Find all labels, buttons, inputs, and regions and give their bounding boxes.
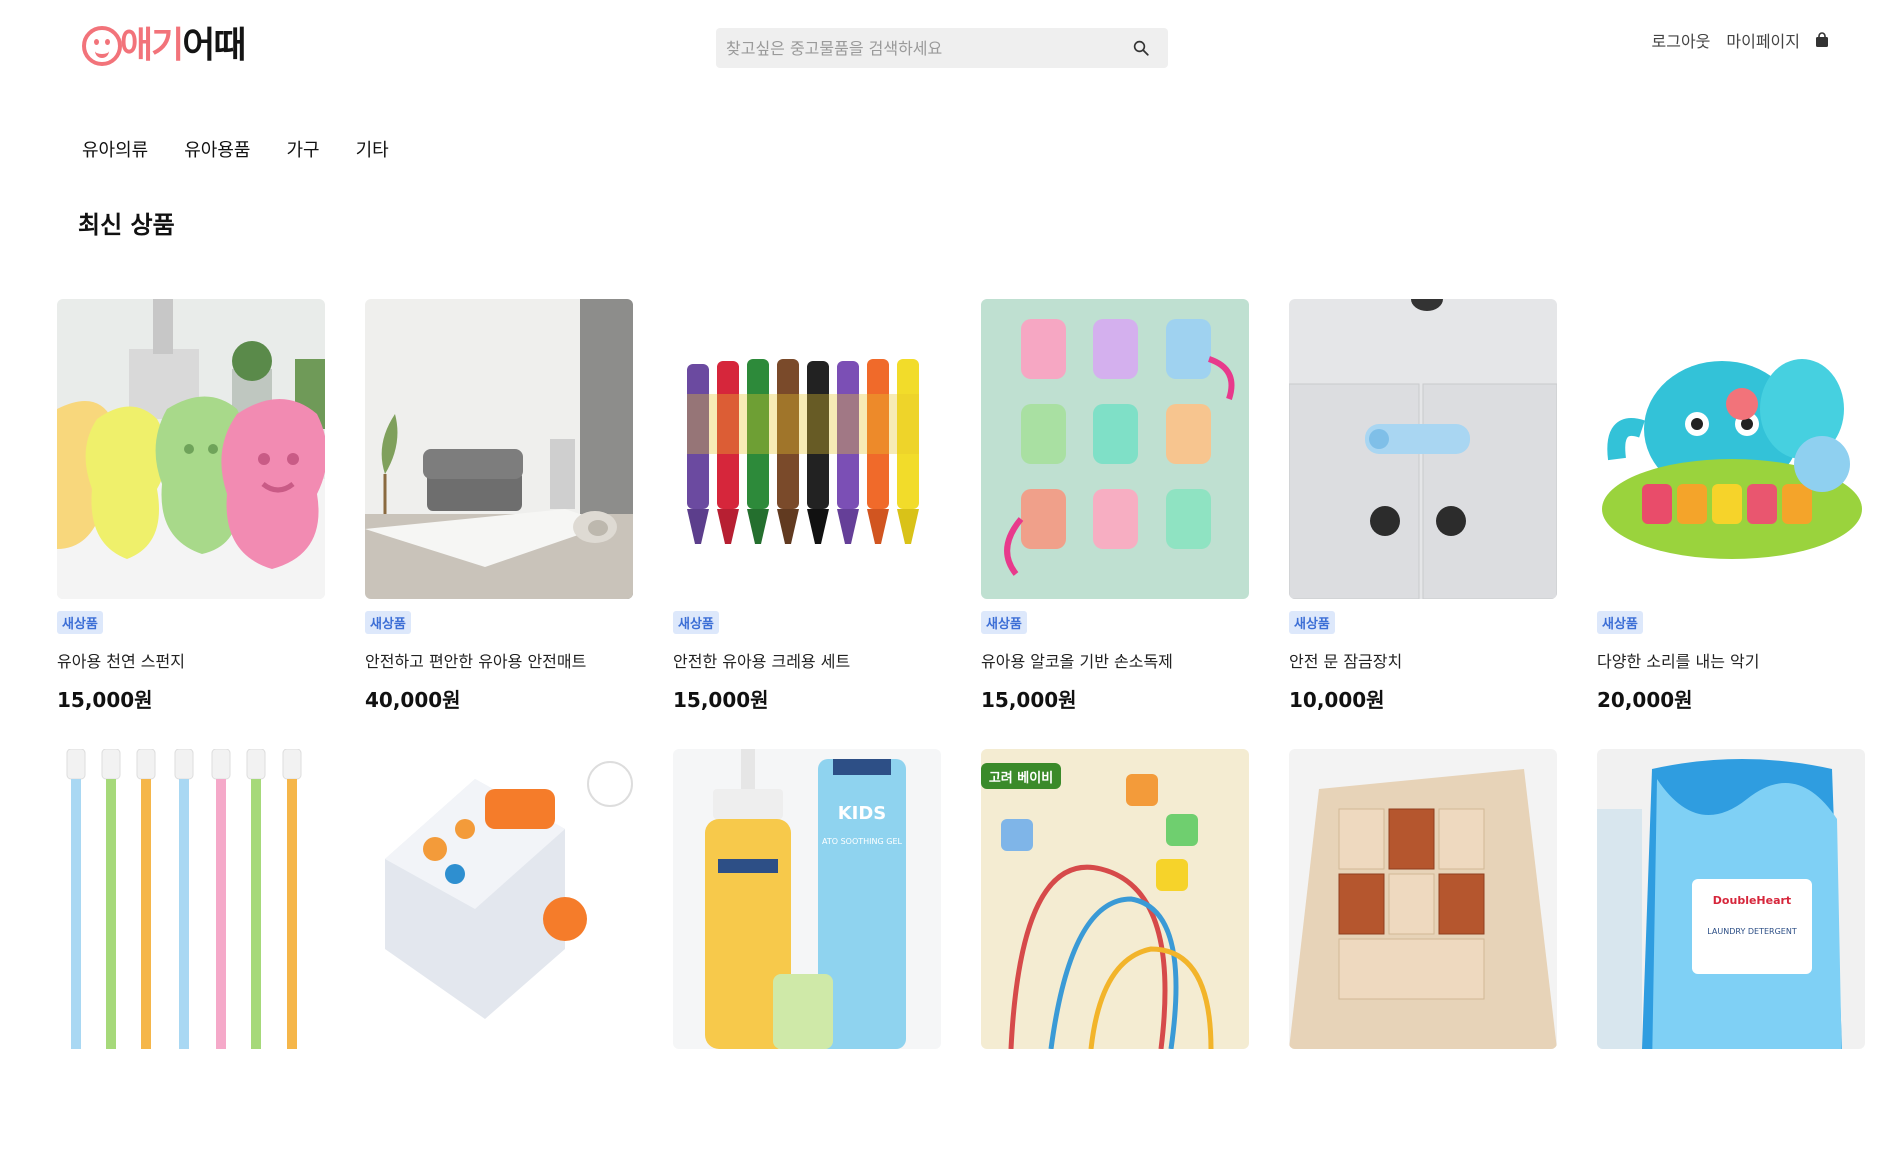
new-badge: 새상품: [1289, 611, 1335, 634]
product-image-mat[interactable]: [365, 299, 633, 599]
product-card[interactable]: DoubleHeart LAUNDRY DETERGENT: [1597, 749, 1865, 1169]
new-badge: 새상품: [365, 611, 411, 634]
product-card[interactable]: 새상품 안전한 유아용 크레용 세트 15,000원: [673, 299, 941, 717]
shopping-bag-icon[interactable]: [1814, 32, 1830, 48]
detergent-brand-text: DoubleHeart: [1713, 894, 1791, 907]
product-card[interactable]: [365, 749, 633, 1169]
product-card[interactable]: 새상품 다양한 소리를 내는 악기 20,000원: [1597, 299, 1865, 717]
product-card[interactable]: 새상품 유아용 알코올 기반 손소독제 15,000원: [981, 299, 1249, 717]
product-price: 15,000원: [57, 688, 153, 712]
detergent-name-text: LAUNDRY DETERGENT: [1707, 927, 1797, 936]
product-price: 10,000원: [1289, 688, 1385, 712]
product-image-door-lock[interactable]: [1289, 299, 1557, 599]
search-box: [716, 28, 1168, 68]
gel-name-text: ATO SOOTHING GEL: [822, 837, 902, 846]
new-badge: 새상품: [1597, 611, 1643, 634]
product-image-crayons[interactable]: [673, 299, 941, 599]
product-image-laundry-detergent[interactable]: DoubleHeart LAUNDRY DETERGENT: [1597, 749, 1865, 1049]
mypage-link[interactable]: 마이페이지: [1726, 28, 1800, 52]
product-image-toothbrushes[interactable]: [57, 749, 325, 1049]
product-title[interactable]: 유아용 천연 스펀지: [57, 648, 325, 672]
logout-link[interactable]: 로그아웃: [1652, 28, 1711, 52]
top-links: 로그아웃 마이페이지: [1652, 28, 1831, 52]
nav-item-supplies[interactable]: 유아용품: [184, 136, 250, 162]
product-title[interactable]: 다양한 소리를 내는 악기: [1597, 648, 1865, 672]
product-image-activity-cube[interactable]: [365, 749, 633, 1049]
product-image-sanitizer[interactable]: [981, 299, 1249, 599]
smiley-logo-icon: [82, 26, 122, 66]
nav-item-clothing[interactable]: 유아의류: [82, 136, 148, 162]
product-image-bead-maze[interactable]: 고려 베이비: [981, 749, 1249, 1049]
new-badge: 새상품: [673, 611, 719, 634]
section-title: 최신 상품: [78, 211, 175, 239]
product-image-kids-lotion[interactable]: KIDS ATO SOOTHING GEL: [673, 749, 941, 1049]
nav-item-etc[interactable]: 기타: [356, 136, 389, 162]
product-title[interactable]: 유아용 알코올 기반 손소독제: [981, 648, 1249, 672]
product-card[interactable]: 고려 베이비: [981, 749, 1249, 1169]
category-nav: 유아의류 유아용품 가구 기타: [82, 136, 389, 162]
logo[interactable]: 애기어때: [82, 24, 247, 68]
product-image-sponge[interactable]: [57, 299, 325, 599]
product-card[interactable]: KIDS ATO SOOTHING GEL: [673, 749, 941, 1169]
new-badge: 새상품: [57, 611, 103, 634]
gel-kids-text: KIDS: [838, 803, 887, 824]
product-title[interactable]: 안전한 유아용 크레용 세트: [673, 648, 941, 672]
beads-banner-text: 고려 베이비: [989, 770, 1053, 786]
product-title[interactable]: 안전 문 잠금장치: [1289, 648, 1557, 672]
logo-text: 애기어때: [120, 25, 247, 66]
product-card[interactable]: 새상품 안전하고 편안한 유아용 안전매트 40,000원: [365, 299, 633, 717]
product-card[interactable]: 새상품 유아용 천연 스펀지 15,000원: [57, 299, 325, 717]
new-badge: 새상품: [981, 611, 1027, 634]
product-title[interactable]: 안전하고 편안한 유아용 안전매트: [365, 648, 633, 672]
nav-item-furniture[interactable]: 가구: [287, 136, 320, 162]
product-price: 15,000원: [981, 688, 1077, 712]
product-grid: 새상품 유아용 천연 스펀지 15,000원 새상품 안전하고 편안한 유아용 …: [57, 299, 1865, 1169]
product-image-toy-instrument[interactable]: [1597, 299, 1865, 599]
product-price: 20,000원: [1597, 688, 1693, 712]
product-price: 40,000원: [365, 688, 461, 712]
product-card[interactable]: 새상품 안전 문 잠금장치 10,000원: [1289, 299, 1557, 717]
product-image-wooden-blocks[interactable]: [1289, 749, 1557, 1049]
product-price: 15,000원: [673, 688, 769, 712]
product-card[interactable]: [57, 749, 325, 1169]
search-icon[interactable]: [1132, 39, 1150, 57]
product-card[interactable]: [1289, 749, 1557, 1169]
search-input[interactable]: [716, 28, 1116, 68]
